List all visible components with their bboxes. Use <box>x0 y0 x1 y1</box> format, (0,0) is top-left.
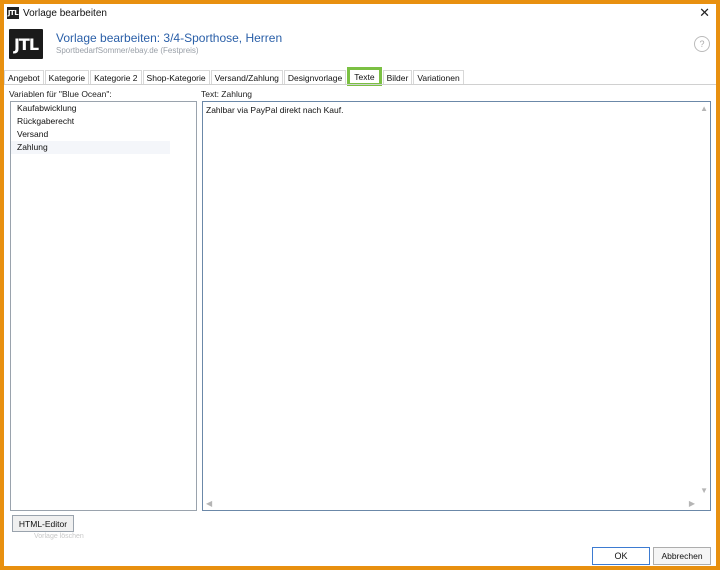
list-item[interactable]: Kaufabwicklung <box>11 102 196 115</box>
list-item[interactable]: Versand <box>11 128 196 141</box>
faint-text: Vorlage löschen <box>34 533 84 540</box>
scroll-left-icon[interactable]: ◀ <box>206 499 212 508</box>
tab-angebot[interactable]: Angebot <box>4 70 44 85</box>
list-item[interactable]: Rückgaberecht <box>11 115 196 128</box>
help-icon[interactable]: ? <box>694 36 710 52</box>
tab-kategorie-2[interactable]: Kategorie 2 <box>90 70 142 85</box>
tab-variationen[interactable]: Variationen <box>413 70 464 85</box>
tab-versand-zahlung[interactable]: Versand/Zahlung <box>210 70 283 85</box>
window-title: Vorlage bearbeiten <box>23 7 107 19</box>
scroll-up-icon[interactable]: ▲ <box>700 104 708 113</box>
scroll-down-icon[interactable]: ▼ <box>700 486 708 495</box>
header: JTL Vorlage bearbeiten: 3/4-Sporthose, H… <box>4 26 716 62</box>
page-title: Vorlage bearbeiten: 3/4-Sporthose, Herre… <box>56 31 283 45</box>
jtl-app-icon: JTL <box>7 7 19 19</box>
text-label: Text: Zahlung <box>201 89 253 99</box>
window-frame: JTL Vorlage bearbeiten ✕ JTL Vorlage bea… <box>0 0 720 570</box>
variables-list[interactable]: Kaufabwicklung Rückgaberecht Versand Zahlun… <box>10 101 197 511</box>
dialog-window: JTL Vorlage bearbeiten ✕ JTL Vorlage bea… <box>4 4 716 566</box>
tab-kategorie[interactable]: Kategorie <box>44 70 90 85</box>
text-editor[interactable]: Zahlbar via PayPal direkt nach Kauf. ▲ ▼… <box>202 101 711 511</box>
page-subtitle: SportbedarfSommer/ebay.de (Festpreis) <box>56 46 199 55</box>
html-editor-button[interactable]: HTML-Editor <box>12 515 74 532</box>
tab-divider <box>4 84 716 85</box>
close-icon[interactable]: ✕ <box>699 4 710 22</box>
scroll-right-icon[interactable]: ▶ <box>689 499 695 508</box>
variables-label: Variablen für "Blue Ocean": <box>9 89 112 99</box>
list-item[interactable]: Zahlung <box>11 141 170 154</box>
text-content: Zahlbar via PayPal direkt nach Kauf. <box>206 105 344 115</box>
tab-bilder[interactable]: Bilder <box>382 70 413 85</box>
jtl-logo: JTL <box>9 29 43 59</box>
ok-button[interactable]: OK <box>592 547 650 565</box>
cancel-button[interactable]: Abbrechen <box>653 547 711 565</box>
tab-shop-kategorie[interactable]: Shop-Kategorie <box>142 70 210 85</box>
title-bar: JTL Vorlage bearbeiten ✕ <box>4 4 716 22</box>
horizontal-scrollbar[interactable]: ◀ ▶ <box>203 498 698 510</box>
vertical-scrollbar[interactable]: ▲ ▼ <box>698 102 710 497</box>
tab-bar: Angebot Kategorie Kategorie 2 Shop-Kategori… <box>4 67 716 86</box>
tab-designvorlage[interactable]: Designvorlage <box>283 70 347 85</box>
